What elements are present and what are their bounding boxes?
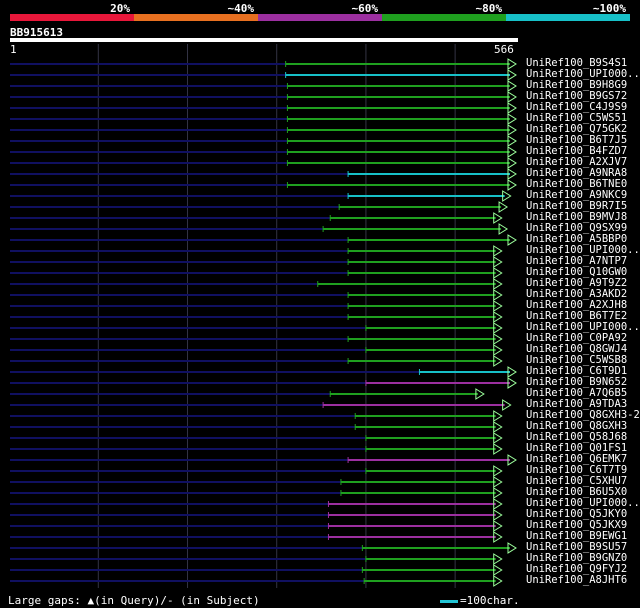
scale-legend: =100char. [440, 594, 520, 607]
scale-line [440, 599, 458, 603]
hit-label[interactable]: UniRef100_A8JHT6 [526, 575, 627, 586]
gaps-legend: Large gaps: ▲(in Query)/- (in Subject) [8, 594, 260, 607]
scale-text: =100char. [460, 594, 520, 607]
